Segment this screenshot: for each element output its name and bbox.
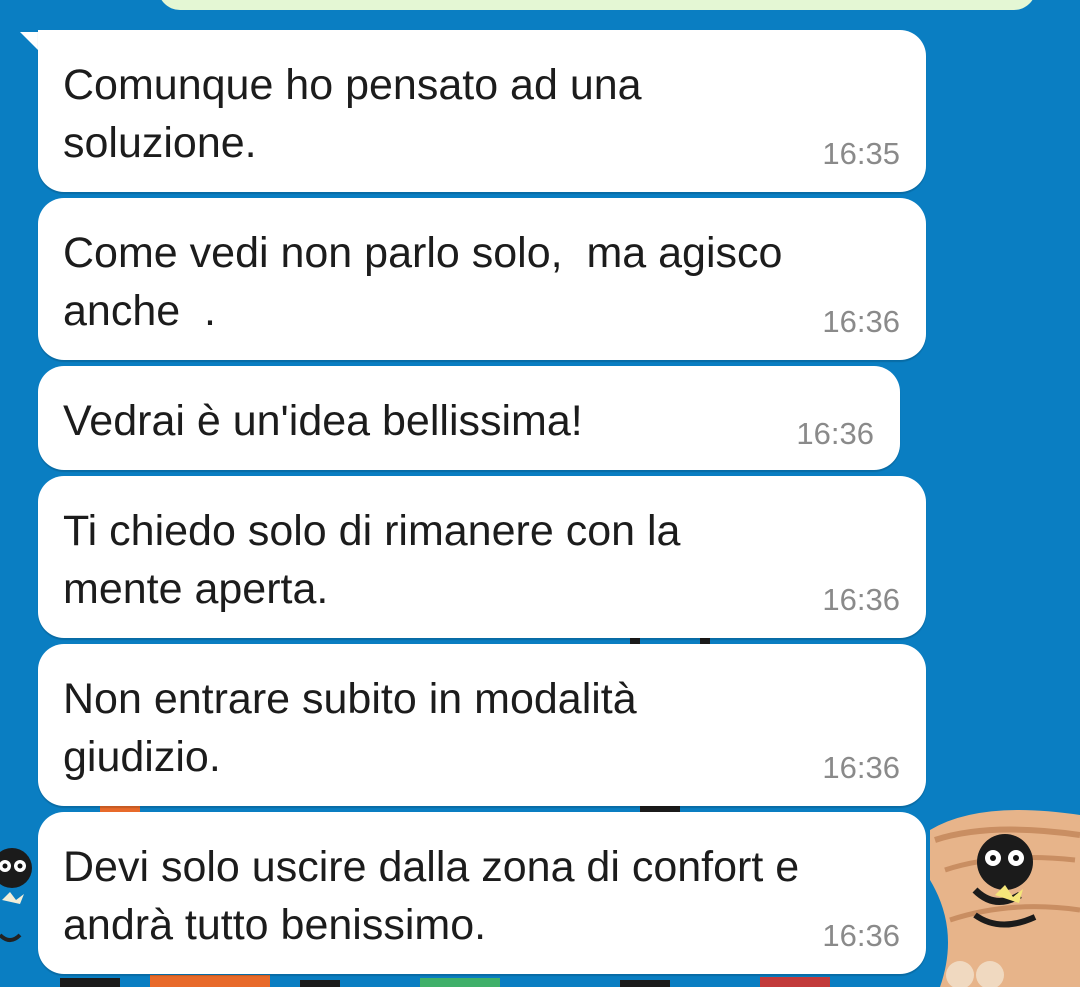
message-text: Vedrai è un'idea bellissima! [63, 397, 583, 445]
message-time: 16:36 [822, 582, 900, 617]
message-time: 16:36 [822, 750, 900, 785]
message-text: Non entrare subito in modalità giudizio. [63, 675, 637, 781]
message-text: Comunque ho pensato ad una soluzione. [63, 61, 642, 167]
chat-message-list[interactable]: Comunque ho pensato ad una soluzione. 16… [0, 0, 1080, 987]
message-text: Ti chiedo solo di rimanere con la mente … [63, 507, 681, 613]
message-bubble[interactable]: Ti chiedo solo di rimanere con la mente … [38, 476, 926, 638]
message-bubble[interactable]: Come vedi non parlo solo, ma agisco anch… [38, 198, 926, 360]
message-bubble[interactable]: Devi solo uscire dalla zona di confort e… [38, 812, 926, 974]
message-time: 16:36 [822, 304, 900, 339]
message-bubble[interactable]: Comunque ho pensato ad una soluzione. 16… [38, 30, 926, 192]
message-bubble[interactable]: Vedrai è un'idea bellissima! 16:36 [38, 366, 900, 470]
message-time: 16:36 [796, 416, 874, 451]
message-time: 16:36 [822, 918, 900, 953]
message-bubble[interactable]: Non entrare subito in modalità giudizio.… [38, 644, 926, 806]
message-text: Come vedi non parlo solo, ma agisco anch… [63, 229, 783, 335]
message-time: 16:35 [822, 136, 900, 171]
message-text: Devi solo uscire dalla zona di confort e… [63, 843, 800, 949]
